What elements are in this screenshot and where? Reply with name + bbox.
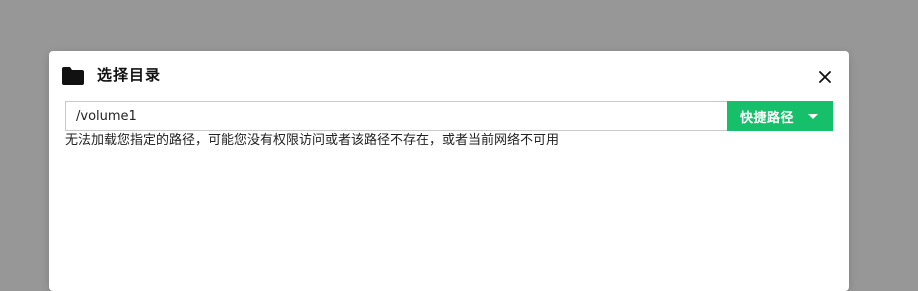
dialog-title: 选择目录: [97, 66, 162, 84]
error-message: 无法加载您指定的路径，可能您没有权限访问或者该路径不存在，或者当前网络不可用: [65, 133, 560, 148]
dialog-header: 选择目录: [49, 51, 849, 101]
shortcut-path-button[interactable]: 快捷路径: [727, 101, 833, 131]
path-input[interactable]: [65, 101, 727, 131]
path-row: 快捷路径: [65, 101, 833, 131]
caret-down-icon: [808, 113, 819, 119]
select-directory-dialog: 选择目录 快捷路径 无法加载您指定的路径，可能您没有权限访问或者该路径不存在，或…: [49, 51, 849, 291]
shortcut-path-label: 快捷路径: [740, 110, 795, 126]
close-icon[interactable]: [815, 67, 835, 87]
folder-icon: [62, 67, 84, 85]
